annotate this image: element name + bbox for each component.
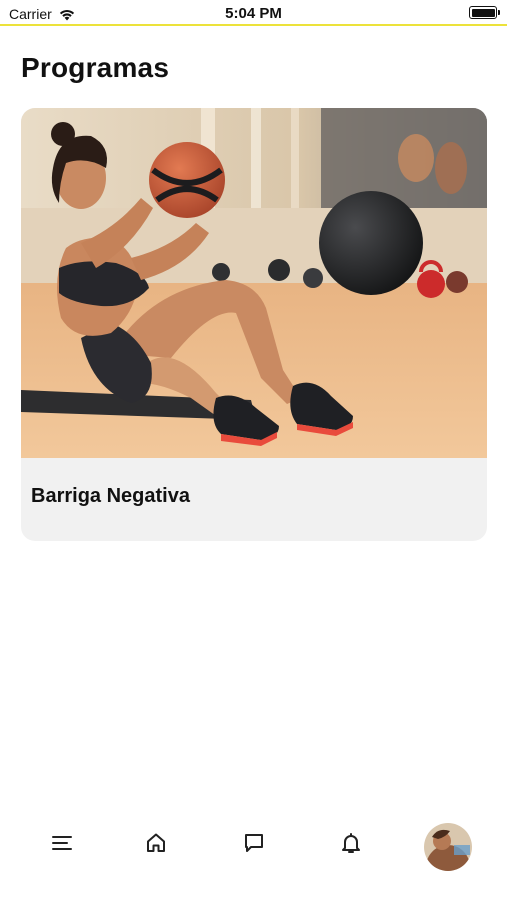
page-title: Programas: [21, 52, 170, 83]
chat-icon: [245, 834, 263, 852]
status-bar: Carrier 5:04 PM: [0, 0, 507, 26]
home-icon: [147, 833, 165, 852]
menu-icon: [52, 836, 72, 850]
bell-icon: [342, 833, 360, 853]
tab-menu[interactable]: [46, 827, 78, 859]
battery-icon: [469, 6, 500, 19]
tab-notifications[interactable]: [335, 827, 367, 859]
program-title: Barriga Negativa: [31, 485, 190, 507]
avatar[interactable]: [424, 823, 472, 871]
program-card[interactable]: Barriga Negativa: [21, 108, 487, 541]
clock: 5:04 PM: [225, 5, 282, 22]
tab-bar: [0, 815, 507, 875]
avatar-photo: [424, 823, 472, 871]
tab-chat[interactable]: [238, 827, 270, 859]
tab-home[interactable]: [140, 827, 172, 859]
workout-photo: [21, 108, 487, 458]
